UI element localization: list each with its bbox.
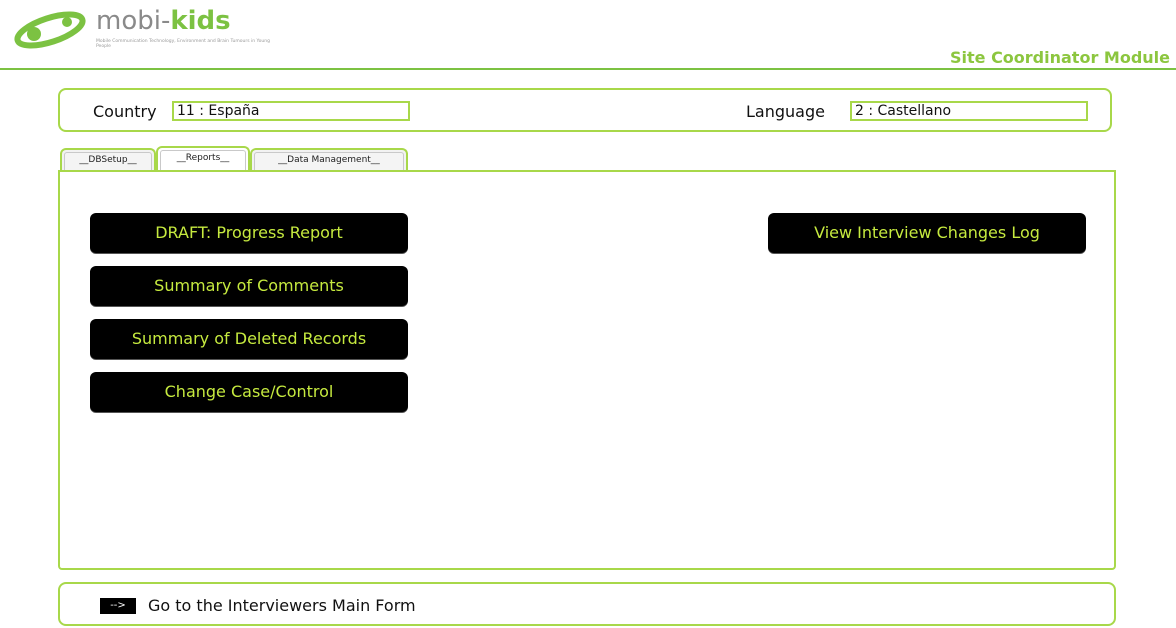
country-label: Country: [93, 102, 157, 121]
tab-dbsetup[interactable]: __DBSetup__: [60, 148, 156, 172]
go-to-main-form-button[interactable]: -->: [100, 598, 136, 614]
tab-data-management-label: __Data Management__: [278, 155, 380, 165]
location-panel: Country 11 : España Language 2 : Castell…: [58, 88, 1112, 132]
tab-reports[interactable]: __Reports__: [156, 146, 250, 172]
summary-of-comments-button[interactable]: Summary of Comments: [90, 266, 408, 306]
tab-data-management[interactable]: __Data Management__: [250, 148, 408, 172]
tab-reports-label: __Reports__: [176, 153, 230, 163]
module-title: Site Coordinator Module: [949, 48, 1170, 67]
tab-dbsetup-label: __DBSetup__: [79, 155, 137, 165]
logo-tagline: Mobile Communication Technology, Environ…: [96, 39, 270, 49]
go-to-main-form-label: Go to the Interviewers Main Form: [148, 596, 416, 615]
reports-panel: DRAFT: Progress Report Summary of Commen…: [58, 170, 1116, 570]
footer-panel: --> Go to the Interviewers Main Form: [58, 582, 1116, 626]
language-label: Language: [746, 102, 825, 121]
summary-of-deleted-records-button[interactable]: Summary of Deleted Records: [90, 319, 408, 359]
change-case-control-button[interactable]: Change Case/Control: [90, 372, 408, 412]
logo-wordmark: mobi-kids: [96, 6, 231, 36]
progress-report-button[interactable]: DRAFT: Progress Report: [90, 213, 408, 253]
country-field[interactable]: 11 : España: [172, 101, 410, 121]
language-field[interactable]: 2 : Castellano: [850, 101, 1088, 121]
logo-swoosh-icon: [14, 11, 86, 49]
header-divider: [0, 68, 1176, 70]
view-interview-changes-log-button[interactable]: View Interview Changes Log: [768, 213, 1086, 253]
mobi-kids-logo: mobi-kids Mobile Communication Technolog…: [12, 4, 270, 54]
header: mobi-kids Mobile Communication Technolog…: [0, 0, 1176, 72]
